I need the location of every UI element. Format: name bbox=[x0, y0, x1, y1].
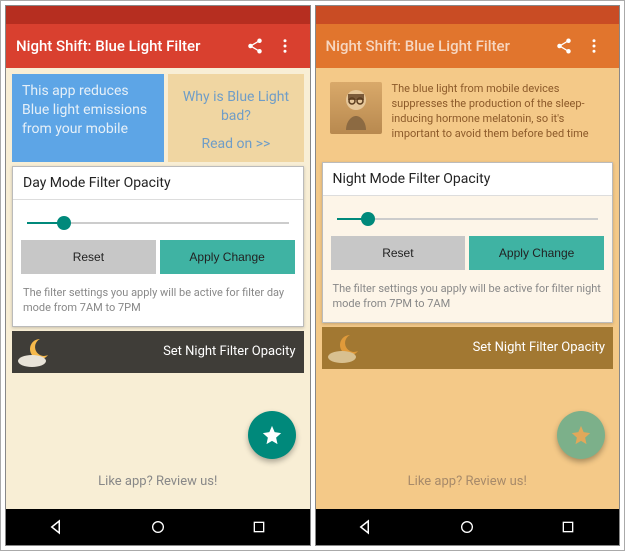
content-area: The blue light from mobile devices suppr… bbox=[316, 68, 620, 509]
reset-button[interactable]: Reset bbox=[331, 236, 466, 270]
night-strip-label: Set Night Filter Opacity bbox=[473, 340, 605, 355]
home-icon[interactable] bbox=[457, 517, 477, 537]
phone-night: Night Shift: Blue Light Filter The blue … bbox=[315, 5, 621, 546]
intro-why-title: Why is Blue Light bad? bbox=[178, 88, 293, 126]
opacity-hint: The filter settings you apply will be ac… bbox=[13, 278, 303, 326]
back-icon[interactable] bbox=[356, 517, 376, 537]
button-row: Reset Apply Change bbox=[13, 240, 303, 278]
nav-bar bbox=[6, 509, 310, 545]
opacity-slider-row bbox=[323, 195, 613, 236]
overflow-icon[interactable] bbox=[270, 31, 300, 61]
app-bar: Night Shift: Blue Light Filter bbox=[6, 24, 310, 68]
intro-card-why[interactable]: Why is Blue Light bad? Read on >> bbox=[168, 74, 303, 162]
apply-button[interactable]: Apply Change bbox=[469, 236, 604, 270]
moon-icon bbox=[18, 335, 78, 367]
fab-star[interactable] bbox=[557, 411, 605, 459]
night-strip-label: Set Night Filter Opacity bbox=[163, 344, 295, 359]
nav-bar bbox=[316, 509, 620, 545]
opacity-slider[interactable] bbox=[27, 222, 289, 224]
phone-day: Night Shift: Blue Light Filter This app … bbox=[5, 5, 311, 546]
opacity-title: Night Mode Filter Opacity bbox=[323, 163, 613, 195]
fab-star[interactable] bbox=[248, 411, 296, 459]
opacity-card: Night Mode Filter Opacity Reset Apply Ch… bbox=[322, 162, 614, 323]
status-bar bbox=[6, 6, 310, 24]
intro-section[interactable]: The blue light from mobile devices suppr… bbox=[322, 74, 614, 162]
intro-row: This app reduces Blue light emissions fr… bbox=[12, 74, 304, 162]
home-icon[interactable] bbox=[148, 517, 168, 537]
slider-thumb[interactable] bbox=[57, 216, 71, 230]
opacity-title: Day Mode Filter Opacity bbox=[13, 167, 303, 199]
star-icon bbox=[570, 424, 592, 446]
opacity-hint: The filter settings you apply will be ac… bbox=[323, 274, 613, 322]
intro-why-link: Read on >> bbox=[202, 135, 271, 154]
moon-icon bbox=[328, 331, 388, 363]
app-title: Night Shift: Blue Light Filter bbox=[16, 37, 240, 55]
button-row: Reset Apply Change bbox=[323, 236, 613, 274]
back-icon[interactable] bbox=[47, 517, 67, 537]
app-bar: Night Shift: Blue Light Filter bbox=[316, 24, 620, 68]
opacity-slider[interactable] bbox=[337, 218, 599, 220]
status-bar bbox=[316, 6, 620, 24]
overflow-icon[interactable] bbox=[579, 31, 609, 61]
intro-card-description[interactable]: This app reduces Blue light emissions fr… bbox=[12, 74, 164, 162]
slider-thumb[interactable] bbox=[361, 212, 375, 226]
apply-button[interactable]: Apply Change bbox=[160, 240, 295, 274]
intro-paragraph: The blue light from mobile devices suppr… bbox=[392, 82, 606, 141]
share-icon[interactable] bbox=[549, 31, 579, 61]
opacity-slider-row bbox=[13, 199, 303, 240]
review-link[interactable]: Like app? Review us! bbox=[322, 464, 614, 503]
recent-icon[interactable] bbox=[249, 517, 269, 537]
person-avatar bbox=[330, 82, 382, 134]
star-icon bbox=[261, 424, 283, 446]
recent-icon[interactable] bbox=[558, 517, 578, 537]
night-filter-strip[interactable]: Set Night Filter Opacity bbox=[322, 327, 614, 369]
review-link[interactable]: Like app? Review us! bbox=[12, 464, 304, 503]
share-icon[interactable] bbox=[240, 31, 270, 61]
night-filter-strip[interactable]: Set Night Filter Opacity bbox=[12, 331, 304, 373]
app-title: Night Shift: Blue Light Filter bbox=[326, 37, 550, 55]
opacity-card: Day Mode Filter Opacity Reset Apply Chan… bbox=[12, 166, 304, 327]
reset-button[interactable]: Reset bbox=[21, 240, 156, 274]
intro-description-text: This app reduces Blue light emissions fr… bbox=[22, 83, 147, 137]
content-area: This app reduces Blue light emissions fr… bbox=[6, 68, 310, 509]
